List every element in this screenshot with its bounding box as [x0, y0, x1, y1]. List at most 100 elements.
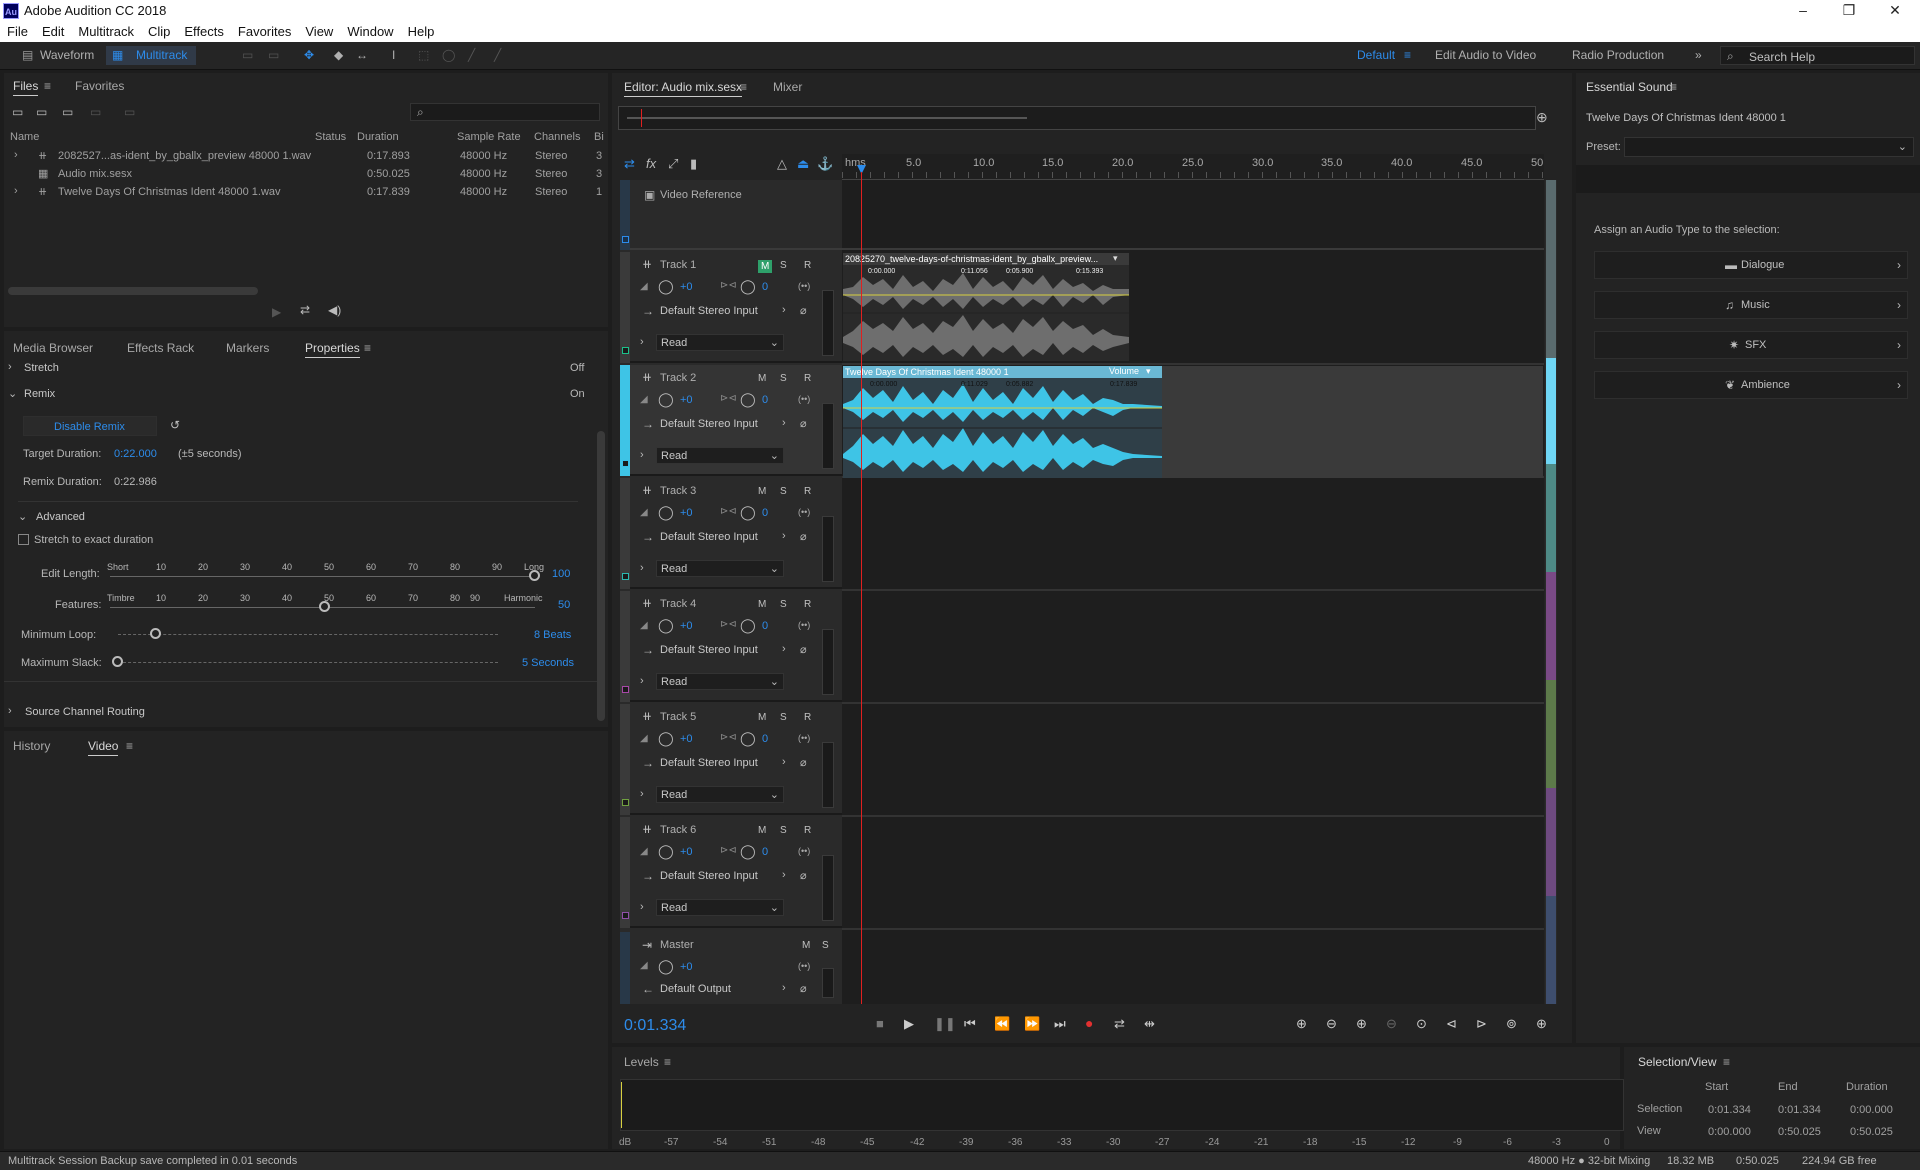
track-solo[interactable]: S	[780, 260, 787, 271]
menu-window[interactable]: Window	[340, 22, 400, 39]
automation-mode-select[interactable]: Read ⌄	[656, 899, 784, 916]
master-solo[interactable]: S	[822, 940, 829, 951]
track-mute[interactable]: M	[758, 486, 766, 497]
target-duration-value[interactable]: 0:22.000	[114, 448, 157, 460]
zoom-in-time-icon[interactable]: ⊕	[1356, 1016, 1367, 1032]
time-selection-icon[interactable]: I	[392, 48, 395, 62]
clip2-envelope-label[interactable]: Volume	[1109, 366, 1139, 376]
track-record-arm[interactable]: R	[804, 712, 811, 723]
selection-view-title[interactable]: Selection/View	[1638, 1055, 1717, 1069]
dialogue-button[interactable]: ▬ Dialogue ›	[1594, 251, 1908, 279]
properties-menu-icon[interactable]: ≡	[364, 341, 371, 355]
levels-title[interactable]: Levels	[624, 1055, 659, 1069]
volume-knob[interactable]: ◯	[658, 391, 674, 408]
track-select-box[interactable]	[622, 912, 629, 919]
track-volume[interactable]: +0	[680, 394, 693, 406]
phase-icon[interactable]: ⌀	[800, 530, 807, 543]
input-chevron-icon[interactable]: ›	[782, 304, 786, 316]
search-help-field[interactable]: ⌕ Search Help	[1720, 46, 1915, 65]
track-pan[interactable]: 0	[762, 620, 768, 632]
workspace-radio-production[interactable]: Radio Production	[1572, 48, 1664, 62]
files-panel-menu-icon[interactable]: ≡	[44, 79, 51, 93]
pan-knob[interactable]: ◯	[740, 504, 756, 521]
max-slack-handle[interactable]	[112, 656, 123, 667]
stereo-icon[interactable]: (••)	[798, 733, 810, 743]
zoom-in-amplitude-icon[interactable]: ⊕	[1296, 1016, 1307, 1032]
workspace-edit-audio-video[interactable]: Edit Audio to Video	[1435, 48, 1536, 62]
track-record-arm[interactable]: R	[804, 825, 811, 836]
max-slack-value[interactable]: 5 Seconds	[522, 657, 574, 669]
view-end[interactable]: 0:50.025	[1778, 1126, 1821, 1138]
menu-clip[interactable]: Clip	[141, 22, 177, 39]
autoplay-icon[interactable]: ◀)	[328, 303, 341, 317]
selection-end[interactable]: 0:01.334	[1778, 1104, 1821, 1116]
phase-icon[interactable]: ⌀	[800, 643, 807, 656]
track-solo[interactable]: S	[780, 486, 787, 497]
menu-file[interactable]: File	[0, 22, 35, 39]
sfx-button[interactable]: ✷ SFX ›	[1594, 331, 1908, 359]
loop-playback-icon[interactable]: ⇄	[1114, 1016, 1125, 1032]
razor-tool-icon[interactable]: ◆	[334, 48, 343, 62]
track-volume[interactable]: +0	[680, 846, 693, 858]
brush-icon[interactable]: ╱	[468, 48, 475, 62]
tab-effects-rack[interactable]: Effects Rack	[127, 341, 194, 355]
output-chevron-icon[interactable]: ›	[782, 982, 786, 994]
track-select-box[interactable]	[622, 347, 629, 354]
healing-icon[interactable]: ╱	[494, 48, 501, 62]
view-duration[interactable]: 0:50.025	[1850, 1126, 1893, 1138]
col-channels[interactable]: Channels	[534, 131, 580, 143]
stereo-icon[interactable]: (••)	[798, 846, 810, 856]
playhead-line[interactable]	[861, 172, 862, 1004]
zoom-out-time-icon[interactable]: ⊖	[1386, 1016, 1397, 1032]
current-time[interactable]: 0:01.334	[624, 1017, 686, 1035]
remix-label[interactable]: Remix	[24, 388, 55, 400]
menu-view[interactable]: View	[298, 22, 340, 39]
col-status[interactable]: Status	[315, 131, 346, 143]
volume-knob[interactable]: ◯	[658, 730, 674, 747]
phase-icon[interactable]: ⌀	[800, 304, 807, 317]
remix-state[interactable]: On	[570, 388, 585, 400]
edit-length-handle[interactable]	[529, 570, 540, 581]
stereo-icon[interactable]: (••)	[798, 281, 810, 291]
menu-favorites[interactable]: Favorites	[231, 22, 298, 39]
video-track-select[interactable]	[622, 236, 629, 243]
editor-menu-icon[interactable]: ≡	[740, 80, 747, 94]
trash-icon[interactable]: ▭	[124, 105, 135, 119]
zoom-in-point-icon[interactable]: ⊲	[1446, 1016, 1457, 1032]
pan-knob[interactable]: ◯	[740, 391, 756, 408]
track-record-arm[interactable]: R	[804, 373, 811, 384]
maximize-button[interactable]: ❐	[1826, 0, 1872, 22]
phase-icon[interactable]: ⌀	[800, 417, 807, 430]
marquee-icon[interactable]: ⬚	[418, 48, 429, 62]
volume-knob[interactable]: ◯	[658, 278, 674, 295]
tab-markers[interactable]: Markers	[226, 341, 269, 355]
spectral-icon[interactable]: ▭	[242, 48, 253, 62]
advanced-label[interactable]: Advanced	[36, 511, 85, 523]
view-start[interactable]: 0:00.000	[1708, 1126, 1751, 1138]
features-value[interactable]: 50	[558, 599, 570, 611]
input-chevron-icon[interactable]: ›	[782, 417, 786, 429]
import-file-icon[interactable]: ▭	[36, 105, 47, 119]
menu-multitrack[interactable]: Multitrack	[71, 22, 141, 39]
col-bits[interactable]: Bi	[594, 131, 604, 143]
track-pan[interactable]: 0	[762, 733, 768, 745]
track-input[interactable]: Default Stereo Input	[660, 644, 758, 656]
insert-icon[interactable]: ▭	[90, 105, 101, 119]
workspace-default[interactable]: Default	[1357, 48, 1395, 62]
expand-icon[interactable]: ›	[14, 149, 18, 161]
track-mute[interactable]: M	[758, 712, 766, 723]
edit-length-slider[interactable]	[110, 576, 535, 577]
track-record-arm[interactable]: R	[804, 599, 811, 610]
master-mute[interactable]: M	[802, 940, 810, 951]
track-scroll-strip[interactable]	[1545, 180, 1557, 1004]
skip-end-icon[interactable]: ⏭	[1054, 1016, 1066, 1032]
track-pan[interactable]: 0	[762, 507, 768, 519]
stretch-state[interactable]: Off	[570, 362, 584, 374]
track-volume[interactable]: +0	[680, 507, 693, 519]
menu-help[interactable]: Help	[401, 22, 442, 39]
edit-length-value[interactable]: 100	[552, 568, 570, 580]
volume-knob[interactable]: ◯	[658, 617, 674, 634]
zoom-selection-icon[interactable]: ⊚	[1506, 1016, 1517, 1032]
source-channel-routing[interactable]: Source Channel Routing	[25, 706, 145, 718]
lasso-icon[interactable]: ◯	[442, 48, 455, 62]
